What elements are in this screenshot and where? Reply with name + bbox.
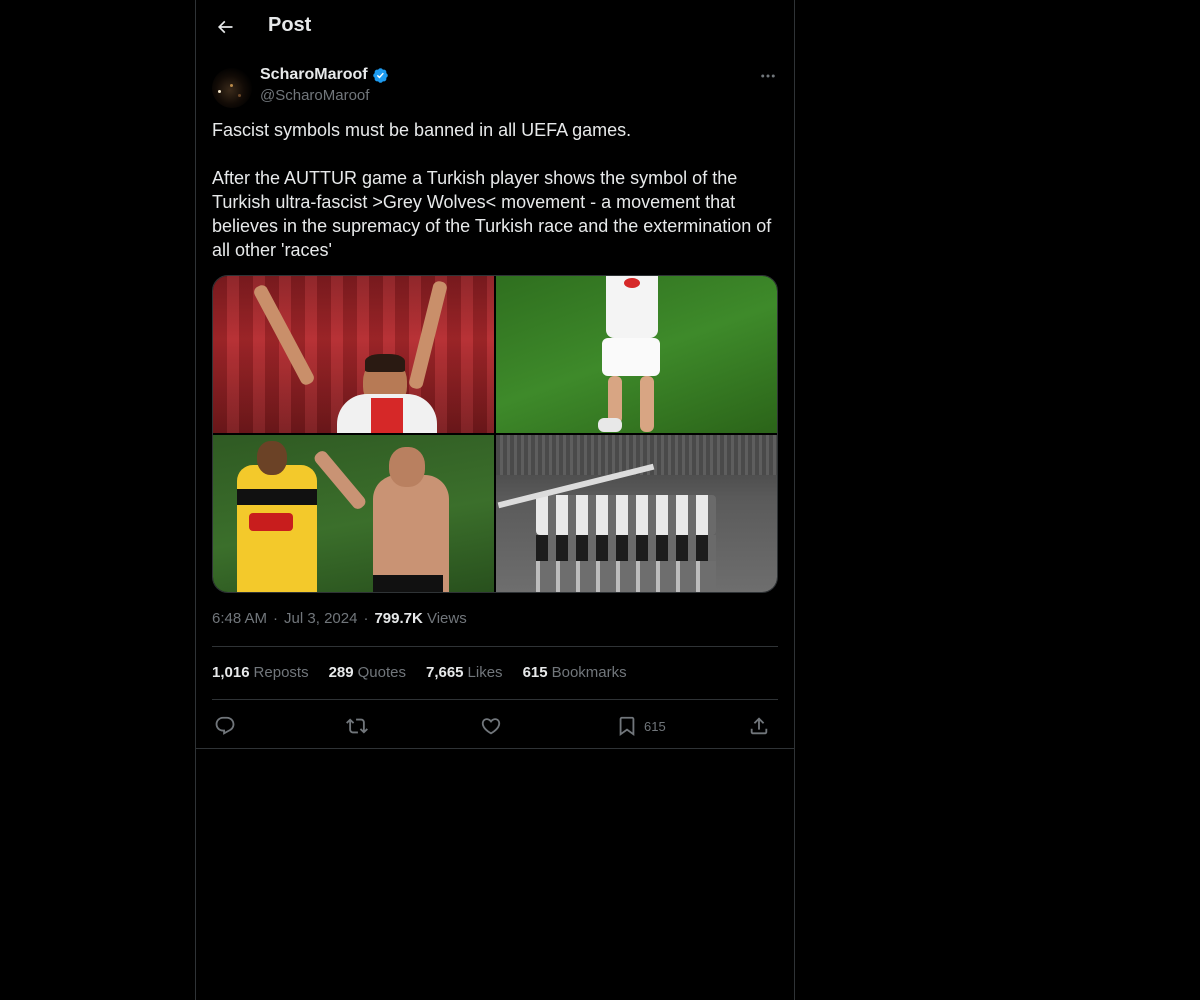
page-title: Post <box>268 14 312 36</box>
meta-separator: · <box>273 610 279 627</box>
views[interactable]: 799.7K Views <box>374 610 466 627</box>
bookmark-icon <box>619 716 635 737</box>
bookmarks-label: Bookmarks <box>551 664 627 681</box>
stat-bookmarks[interactable]: 615 Bookmarks <box>523 664 627 681</box>
tweet-paragraph: Fascist symbols must be banned in all UE… <box>212 120 632 140</box>
arrow-left-icon <box>217 20 233 34</box>
post-date[interactable]: Jul 3, 2024 <box>284 610 357 627</box>
quotes-label: Quotes <box>357 664 406 681</box>
stat-likes[interactable]: 7,665 Likes <box>426 664 503 681</box>
more-options-button[interactable] <box>758 64 778 88</box>
author-handle[interactable]: @ScharoMaroof <box>260 87 369 104</box>
more-dots-icon <box>761 74 775 78</box>
heart-icon <box>481 718 501 735</box>
share-icon <box>750 717 768 735</box>
display-name[interactable]: ScharoMaroof <box>260 66 368 84</box>
tweet-text: Fascist symbols must be banned in all UE… <box>212 118 778 262</box>
divider <box>196 748 794 749</box>
reply-button[interactable] <box>214 714 236 738</box>
media-photo-1[interactable] <box>213 276 494 433</box>
action-bar: 615 <box>212 710 778 742</box>
media-photo-4[interactable] <box>496 435 777 592</box>
share-button[interactable] <box>748 714 770 738</box>
media-grid <box>212 275 778 593</box>
meta-separator: · <box>363 610 369 627</box>
post-meta: 6:48 AM · Jul 3, 2024 · 799.7K Views <box>212 610 467 627</box>
avatar[interactable] <box>212 68 252 108</box>
likes-label: Likes <box>467 664 503 681</box>
repost-icon <box>346 718 368 734</box>
bookmark-button[interactable]: 615 <box>616 714 666 738</box>
post-time[interactable]: 6:48 AM <box>212 610 267 627</box>
divider <box>212 699 778 700</box>
back-button[interactable] <box>208 10 242 44</box>
repost-button[interactable] <box>346 714 368 738</box>
author-name-row[interactable]: ScharoMaroof <box>260 66 389 84</box>
stat-quotes[interactable]: 289 Quotes <box>329 664 406 681</box>
views-label: Views <box>426 610 467 627</box>
like-button[interactable] <box>480 714 502 738</box>
bookmark-count: 615 <box>644 718 666 734</box>
post-header: Post <box>196 0 794 54</box>
post-column: Post ScharoMaroof @ScharoMaroof Fascist … <box>195 0 795 1000</box>
verified-badge-icon <box>372 67 388 83</box>
post-stats: 1,016 Reposts 289 Quotes 7,665 Likes 615 Boo… <box>212 664 627 681</box>
likes-count: 7,665 <box>425 664 464 681</box>
tweet-paragraph: After the AUTTUR game a Turkish player s… <box>212 168 772 260</box>
bookmarks-count: 615 <box>522 664 548 681</box>
divider <box>212 646 778 647</box>
stat-reposts[interactable]: 1,016 Reposts <box>212 664 309 681</box>
media-photo-3[interactable] <box>213 435 494 592</box>
reply-icon <box>215 716 235 735</box>
reposts-count: 1,016 <box>212 664 250 681</box>
quotes-count: 289 <box>328 664 354 681</box>
author-block: ScharoMaroof @ScharoMaroof <box>212 64 778 108</box>
views-count: 799.7K <box>374 610 423 627</box>
media-photo-2[interactable] <box>496 276 777 433</box>
reposts-label: Reposts <box>253 664 309 681</box>
